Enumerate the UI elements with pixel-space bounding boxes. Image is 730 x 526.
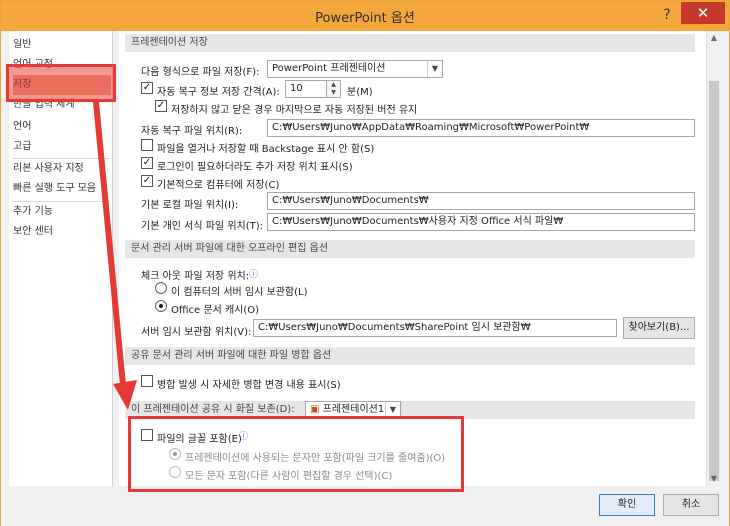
annotation-arrow-head bbox=[113, 380, 137, 410]
annotation-arrow-line bbox=[93, 99, 127, 399]
annotation-highlight-embed-fonts bbox=[128, 416, 464, 492]
